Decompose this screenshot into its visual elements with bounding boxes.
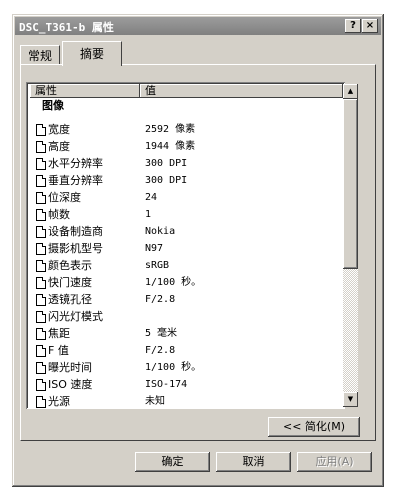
property-label: 曝光时间 — [48, 361, 92, 374]
tab-general[interactable]: 常规 — [20, 45, 60, 66]
property-value: sRGB — [145, 260, 170, 271]
property-label: 光源 — [48, 395, 70, 408]
list-item[interactable]: ISO 速度 ISO-174 — [32, 376, 337, 393]
property-label: F 值 — [48, 344, 69, 357]
list-item[interactable]: 曝光时间 1/100 秒。 — [32, 359, 337, 376]
document-icon — [36, 379, 46, 391]
list-item[interactable]: 闪光灯模式 — [32, 308, 337, 325]
document-icon — [36, 362, 46, 374]
document-icon — [36, 226, 46, 238]
tab-summary[interactable]: 摘要 — [62, 41, 122, 66]
scroll-up-icon[interactable]: ▲ — [343, 84, 358, 99]
list-item[interactable]: 摄影机型号 N97 — [32, 240, 337, 257]
property-value: ISO-174 — [145, 379, 188, 390]
scroll-thumb[interactable] — [343, 99, 358, 269]
cancel-button[interactable]: 取消 — [216, 452, 291, 472]
scroll-down-icon[interactable]: ▼ — [343, 392, 358, 407]
property-value: 1/100 秒。 — [145, 362, 202, 373]
list-item[interactable]: 颜色表示 sRGB — [32, 257, 337, 274]
list-item[interactable]: 设备制造商 Nokia — [32, 223, 337, 240]
list-item[interactable]: 快门速度 1/100 秒。 — [32, 274, 337, 291]
document-icon — [36, 141, 46, 153]
document-icon — [36, 209, 46, 221]
property-label: 焦距 — [48, 327, 70, 340]
property-value: 300 DPI — [145, 175, 188, 186]
list-item[interactable]: F 值 F/2.8 — [32, 342, 337, 359]
property-label: 宽度 — [48, 123, 70, 136]
property-value: 1 — [145, 209, 152, 220]
column-header-value[interactable]: 值 — [140, 84, 343, 98]
document-icon — [36, 277, 46, 289]
property-label: 垂直分辨率 — [48, 174, 103, 187]
property-value: F/2.8 — [145, 294, 176, 305]
document-icon — [36, 345, 46, 357]
document-icon — [36, 243, 46, 255]
property-label: 设备制造商 — [48, 225, 103, 238]
property-value: F/2.8 — [145, 345, 176, 356]
property-label: 透镜孔径 — [48, 293, 92, 306]
property-label: 高度 — [48, 140, 70, 153]
column-header-property[interactable]: 属性 — [30, 84, 140, 98]
property-value: 1944 像素 — [145, 141, 196, 152]
property-label: 摄影机型号 — [48, 242, 103, 255]
property-label: 快门速度 — [48, 276, 92, 289]
simplify-button[interactable]: << 简化(M) — [268, 417, 360, 437]
vertical-scrollbar[interactable]: ▲ ▼ — [343, 84, 358, 407]
property-value: N97 — [145, 243, 164, 254]
list-item[interactable]: 焦距 5 毫米 — [32, 325, 337, 342]
list-item[interactable]: 宽度 2592 像素 — [32, 121, 337, 138]
list-item[interactable]: 帧数 1 — [32, 206, 337, 223]
property-value: 未知 — [145, 396, 165, 407]
list-item[interactable]: 垂直分辨率 300 DPI — [32, 172, 337, 189]
document-icon — [36, 124, 46, 136]
list-item[interactable]: 光源 未知 — [32, 393, 337, 410]
document-icon — [36, 192, 46, 204]
list-item[interactable]: 高度 1944 像素 — [32, 138, 337, 155]
property-label: ISO 速度 — [48, 378, 93, 391]
document-icon — [36, 396, 46, 408]
property-label: 颜色表示 — [48, 259, 92, 272]
property-label: 水平分辨率 — [48, 157, 103, 170]
apply-button[interactable]: 应用(A) — [297, 452, 372, 472]
document-icon — [36, 158, 46, 170]
document-icon — [36, 175, 46, 187]
document-icon — [36, 311, 46, 323]
document-icon — [36, 260, 46, 272]
property-value: 24 — [145, 192, 158, 203]
property-value: 5 毫米 — [145, 328, 178, 339]
list-item[interactable]: 位深度 24 — [32, 189, 337, 206]
property-label: 位深度 — [48, 191, 81, 204]
group-header: 图像 — [42, 99, 64, 112]
property-value: 300 DPI — [145, 158, 188, 169]
document-icon — [36, 328, 46, 340]
list-item[interactable]: 水平分辨率 300 DPI — [32, 155, 337, 172]
property-value: 1/100 秒。 — [145, 277, 202, 288]
document-icon — [36, 294, 46, 306]
property-label: 闪光灯模式 — [48, 310, 103, 323]
close-button[interactable]: × — [362, 19, 378, 33]
ok-button[interactable]: 确定 — [135, 452, 210, 472]
property-value: 2592 像素 — [145, 124, 196, 135]
list-item[interactable]: 透镜孔径 F/2.8 — [32, 291, 337, 308]
property-label: 帧数 — [48, 208, 70, 221]
title-bar[interactable]: DSC_T361-b 属性 ? × — [15, 17, 381, 35]
property-value: Nokia — [145, 226, 176, 237]
window-title: DSC_T361-b 属性 — [19, 21, 114, 34]
help-button[interactable]: ? — [345, 19, 361, 33]
